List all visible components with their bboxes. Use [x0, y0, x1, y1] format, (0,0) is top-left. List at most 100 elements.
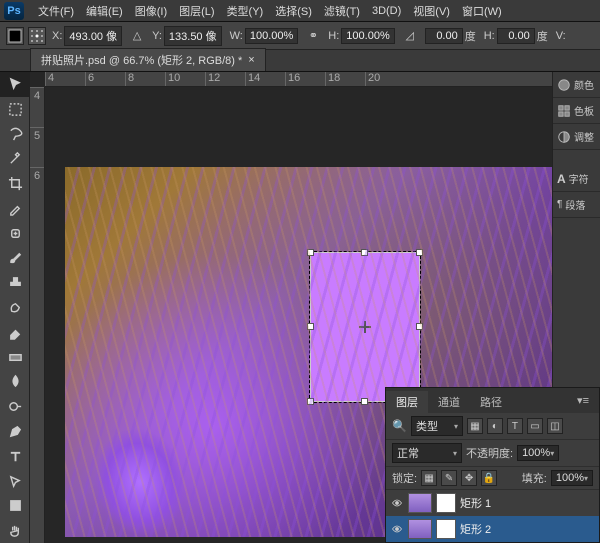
panel-color[interactable]: 颜色: [553, 72, 600, 98]
mask-thumb: [436, 493, 456, 513]
h2-value[interactable]: 0.00: [497, 28, 535, 44]
document-tabbar: 拼贴照片.psd @ 66.7% (矩形 2, RGB/8) * ×: [0, 50, 600, 72]
path-tool[interactable]: [0, 469, 30, 494]
angle-unit: 度: [465, 28, 476, 44]
h2-unit: 度: [537, 28, 548, 44]
panel-tabs: 图层 通道 路径 ▾≡: [386, 388, 599, 413]
h-value[interactable]: 100.00%: [341, 28, 394, 44]
layer-thumb: [408, 493, 432, 513]
handle-bot-left[interactable]: [307, 398, 314, 405]
handle-mid-right[interactable]: [416, 323, 423, 330]
filter-kind-select[interactable]: 类型: [411, 416, 463, 436]
x-value[interactable]: 493.00 像: [64, 26, 122, 46]
angle-icon: ◿: [401, 27, 419, 45]
layer-name: 矩形 2: [460, 521, 491, 537]
transform-center-icon[interactable]: [359, 321, 371, 333]
layer-thumb: [408, 519, 432, 539]
hand-tool[interactable]: [0, 518, 30, 543]
tab-paths[interactable]: 路径: [470, 391, 512, 413]
x-label: X:: [52, 30, 62, 42]
handle-top-mid[interactable]: [361, 249, 368, 256]
document-tab[interactable]: 拼贴照片.psd @ 66.7% (矩形 2, RGB/8) * ×: [30, 48, 266, 71]
healing-tool[interactable]: [0, 221, 30, 246]
ruler-horizontal[interactable]: 468101214161820: [45, 72, 552, 87]
reference-point-icon[interactable]: [28, 27, 46, 45]
options-bar: X:493.00 像 △ Y:133.50 像 W:100.00% ⚭ H:10…: [0, 22, 600, 50]
crop-tool[interactable]: [0, 171, 30, 196]
lock-all-icon[interactable]: 🔒: [481, 470, 497, 486]
menubar: Ps 文件(F) 编辑(E) 图像(I) 图层(L) 类型(Y) 选择(S) 滤…: [0, 0, 600, 22]
menu-edit[interactable]: 编辑(E): [80, 1, 129, 21]
tab-channels[interactable]: 通道: [428, 391, 470, 413]
panel-character[interactable]: A字符: [553, 166, 600, 192]
dodge-tool[interactable]: [0, 394, 30, 419]
lock-move-icon[interactable]: ✥: [461, 470, 477, 486]
lock-trans-icon[interactable]: ▦: [421, 470, 437, 486]
layers-panel: 图层 通道 路径 ▾≡ 🔍 类型 ▦ ◐ T ▭ ◫ 正常 不透明度: 100%…: [385, 387, 600, 543]
opacity-value[interactable]: 100%: [517, 445, 559, 461]
close-icon[interactable]: ×: [248, 54, 254, 66]
filter-shape-icon[interactable]: ▭: [527, 418, 543, 434]
lock-paint-icon[interactable]: ✎: [441, 470, 457, 486]
eraser-tool[interactable]: [0, 320, 30, 345]
wand-tool[interactable]: [0, 146, 30, 171]
panel-paragraph[interactable]: ¶段落: [553, 192, 600, 218]
w-value[interactable]: 100.00%: [245, 28, 298, 44]
menu-file[interactable]: 文件(F): [32, 1, 80, 21]
move-tool[interactable]: [0, 72, 30, 97]
menu-layer[interactable]: 图层(L): [173, 1, 220, 21]
pen-tool[interactable]: [0, 419, 30, 444]
h-label: H:: [328, 30, 339, 42]
gradient-tool[interactable]: [0, 345, 30, 370]
visibility-icon[interactable]: [390, 522, 404, 536]
filter-adjust-icon[interactable]: ◐: [487, 418, 503, 434]
shape-tool[interactable]: [0, 494, 30, 519]
menu-select[interactable]: 选择(S): [269, 1, 318, 21]
history-brush-tool[interactable]: [0, 295, 30, 320]
fill-label: 填充:: [522, 470, 547, 486]
menu-view[interactable]: 视图(V): [407, 1, 456, 21]
filter-type-icon[interactable]: T: [507, 418, 523, 434]
panel-menu-icon[interactable]: ▾≡: [567, 391, 599, 413]
fill-value[interactable]: 100%: [551, 470, 593, 486]
type-tool[interactable]: [0, 444, 30, 469]
menu-image[interactable]: 图像(I): [129, 1, 173, 21]
handle-mid-left[interactable]: [307, 323, 314, 330]
ruler-vertical[interactable]: 456: [30, 87, 45, 543]
menu-type[interactable]: 类型(Y): [221, 1, 270, 21]
lasso-tool[interactable]: [0, 122, 30, 147]
tab-layers[interactable]: 图层: [386, 391, 428, 413]
layer-row[interactable]: 矩形 2: [386, 516, 599, 542]
menu-window[interactable]: 窗口(W): [456, 1, 508, 21]
delta-icon[interactable]: △: [128, 27, 146, 45]
transform-selection[interactable]: [310, 252, 420, 402]
visibility-icon[interactable]: [390, 496, 404, 510]
mask-thumb: [436, 519, 456, 539]
blur-tool[interactable]: [0, 370, 30, 395]
w-label: W:: [230, 30, 243, 42]
menu-3d[interactable]: 3D(D): [366, 3, 407, 19]
stamp-tool[interactable]: [0, 270, 30, 295]
handle-bot-mid[interactable]: [361, 398, 368, 405]
filter-pixel-icon[interactable]: ▦: [467, 418, 483, 434]
panel-adjustments[interactable]: 调整: [553, 124, 600, 150]
angle-value[interactable]: 0.00: [425, 28, 463, 44]
eyedropper-tool[interactable]: [0, 196, 30, 221]
lock-label: 锁定:: [392, 470, 417, 486]
filter-smart-icon[interactable]: ◫: [547, 418, 563, 434]
transform-icon[interactable]: [6, 27, 24, 45]
ribbon-graphic: [95, 427, 185, 537]
y-value[interactable]: 133.50 像: [164, 26, 222, 46]
layer-list: 矩形 1 矩形 2: [386, 490, 599, 542]
brush-tool[interactable]: [0, 246, 30, 271]
layer-row[interactable]: 矩形 1: [386, 490, 599, 516]
blend-mode-select[interactable]: 正常: [392, 443, 462, 463]
link-icon[interactable]: ⚭: [304, 27, 322, 45]
handle-top-left[interactable]: [307, 249, 314, 256]
marquee-tool[interactable]: [0, 97, 30, 122]
h2-label: H:: [484, 30, 495, 42]
panel-swatches[interactable]: 色板: [553, 98, 600, 124]
app-logo: Ps: [4, 2, 24, 20]
menu-filter[interactable]: 滤镜(T): [318, 1, 366, 21]
handle-top-right[interactable]: [416, 249, 423, 256]
